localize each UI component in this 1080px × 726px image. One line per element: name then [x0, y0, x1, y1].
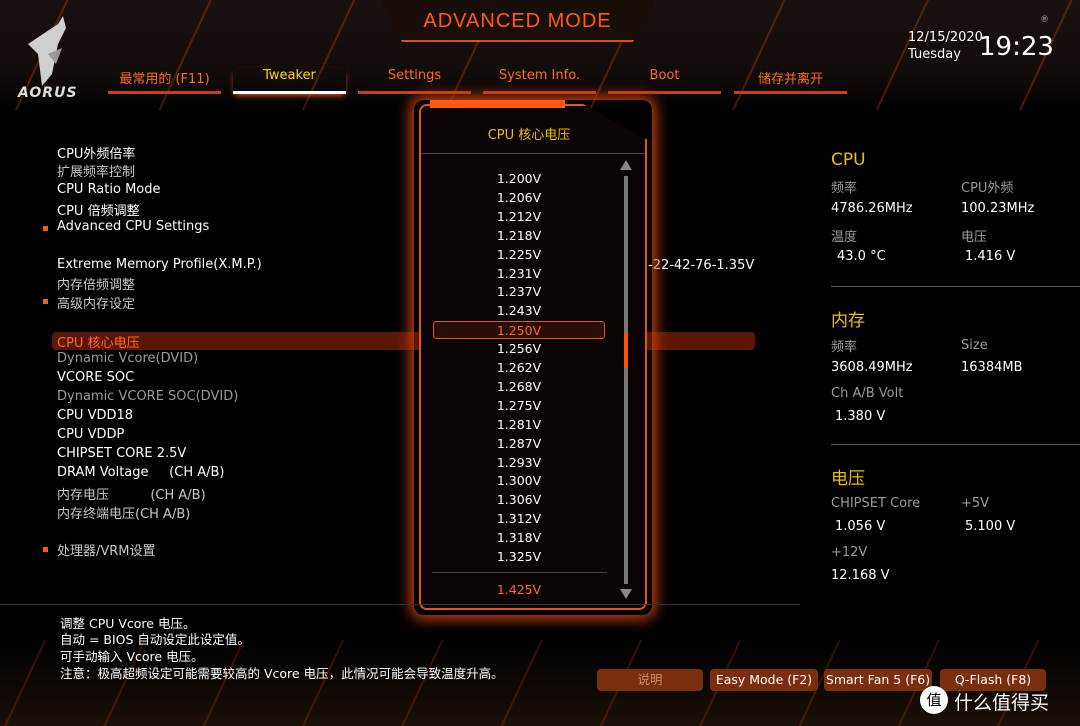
popup-option[interactable]: 1.268V	[433, 378, 605, 396]
cpu-volt-label: 电压	[961, 230, 988, 245]
smart-fan-button[interactable]: Smart Fan 5 (F6)	[824, 669, 932, 691]
popup-option[interactable]: 1.275V	[433, 397, 605, 415]
weekday: Tuesday	[908, 47, 961, 62]
popup-option[interactable]: 1.231V	[433, 265, 605, 283]
clock: 19:23	[979, 32, 1054, 62]
chipset-core-volt: 1.056 V	[835, 519, 886, 534]
chipset-core-label: CHIPSET Core	[831, 496, 921, 511]
popup-option[interactable]: 1.212V	[433, 208, 605, 226]
popup-option[interactable]: 1.256V	[433, 340, 605, 358]
mem-size-label: Size	[961, 338, 988, 353]
submenu-bullet-icon	[43, 547, 48, 552]
popup-option[interactable]: 1.325V	[433, 548, 605, 566]
help-button[interactable]: 说明	[597, 669, 703, 691]
popup-option[interactable]: 1.300V	[433, 472, 605, 490]
p12v-volt: 12.168 V	[831, 568, 890, 583]
setting-cpu-vdd18[interactable]: CPU VDD18	[57, 408, 133, 423]
cpu-freq-label: 频率	[831, 181, 858, 196]
scrollbar-track[interactable]	[624, 176, 628, 584]
popup-option[interactable]: 1.225V	[433, 246, 605, 264]
mode-title[interactable]: ADVANCED MODE	[380, 10, 655, 33]
setting-chipset-core[interactable]: CHIPSET CORE 2.5V	[57, 446, 186, 461]
watermark-text: 什么值得买	[954, 692, 1050, 714]
popup-option[interactable]: 1.262V	[433, 359, 605, 377]
xmp-value[interactable]: -22-42-76-1.35V	[648, 258, 754, 273]
cpu-temp-label: 温度	[831, 230, 858, 245]
popup-option-selected[interactable]: 1.250V	[433, 321, 605, 340]
scroll-up-arrow-icon[interactable]	[620, 160, 632, 170]
setting-ext-freq-control[interactable]: 扩展频率控制	[57, 161, 135, 180]
popup-divider	[432, 572, 607, 573]
setting-cpu-vrm[interactable]: 处理器/VRM设置	[57, 540, 156, 559]
tab-settings[interactable]: Settings	[358, 68, 471, 94]
popup-title: CPU 核心电压	[487, 128, 571, 143]
easy-mode-button[interactable]: Easy Mode (F2)	[710, 669, 818, 691]
tab-save-exit[interactable]: 储存并离开	[734, 68, 847, 94]
submenu-bullet-icon	[43, 299, 48, 304]
mem-freq-label: 频率	[831, 340, 858, 355]
scroll-down-arrow-icon[interactable]	[620, 589, 632, 599]
popup-option[interactable]: 1.318V	[433, 529, 605, 547]
setting-dynamic-vcore[interactable]: Dynamic Vcore(DVID)	[57, 351, 198, 366]
popup-option[interactable]: 1.218V	[433, 227, 605, 245]
popup-divider	[421, 153, 645, 154]
aorus-logo-text: AORUS	[18, 85, 78, 101]
watermark-badge: 值	[920, 686, 948, 714]
cpu-volt: 1.416 V	[965, 249, 1016, 264]
tab-favorites[interactable]: 最常用的 (F11)	[108, 68, 221, 94]
help-text-line: 注意：极高超频设定可能需要较高的 Vcore 电压，此情况可能会导致温度升高。	[60, 666, 504, 681]
setting-cpu-clock-ratio[interactable]: CPU外频倍率	[57, 143, 135, 162]
popup-option[interactable]: 1.306V	[433, 491, 605, 509]
setting-cpu-ratio-mode[interactable]: CPU Ratio Mode	[57, 182, 161, 197]
setting-xmp[interactable]: Extreme Memory Profile(X.M.P.)	[57, 257, 262, 272]
p12v-label: +12V	[831, 545, 868, 560]
popup-option[interactable]: 1.206V	[433, 189, 605, 207]
submenu-bullet-icon	[43, 226, 48, 231]
popup-option[interactable]: 1.312V	[433, 510, 605, 528]
popup-tab-accent	[430, 100, 565, 108]
setting-mem-voltage[interactable]: 内存电压 (CH A/B)	[57, 484, 206, 503]
cpu-heading: CPU	[831, 150, 866, 170]
setting-mem-ratio[interactable]: 内存倍频调整	[57, 274, 135, 293]
setting-vcore-soc[interactable]: VCORE SOC	[57, 370, 134, 385]
mem-volt-label: Ch A/B Volt	[831, 386, 904, 401]
setting-dram-voltage[interactable]: DRAM Voltage (CH A/B)	[57, 465, 225, 480]
divider	[831, 444, 1080, 445]
mem-size: 16384MB	[961, 360, 1023, 375]
setting-cpu-vcore[interactable]: CPU 核心电压	[57, 332, 140, 351]
cpu-temp: 43.0 °C	[837, 249, 886, 264]
scrollbar-thumb[interactable]	[624, 332, 628, 368]
p5v-label: +5V	[961, 496, 990, 511]
mem-freq: 3608.49MHz	[831, 360, 913, 375]
setting-cpu-vddp[interactable]: CPU VDDP	[57, 427, 124, 442]
setting-advanced-cpu[interactable]: Advanced CPU Settings	[57, 219, 209, 234]
cpu-bclk-label: CPU外频	[961, 181, 1014, 196]
setting-adv-mem[interactable]: 高级内存设定	[57, 293, 135, 312]
tab-boot[interactable]: Boot	[608, 68, 721, 94]
popup-option[interactable]: 1.200V	[433, 170, 605, 188]
memory-heading: 内存	[831, 311, 865, 331]
cpu-bclk: 100.23MHz	[961, 201, 1035, 216]
voltage-heading: 电压	[831, 469, 865, 489]
popup-option[interactable]: 1.281V	[433, 416, 605, 434]
current-value[interactable]: 1.425V	[433, 582, 605, 597]
popup-option[interactable]: 1.243V	[433, 302, 605, 320]
divider	[831, 286, 1080, 287]
mem-volt: 1.380 V	[835, 409, 886, 424]
popup-option[interactable]: 1.287V	[433, 435, 605, 453]
popup-option[interactable]: 1.293V	[433, 454, 605, 472]
tab-system-info[interactable]: System Info.	[483, 68, 596, 94]
tab-tweaker[interactable]: Tweaker	[233, 68, 346, 94]
setting-dynamic-vcore-soc[interactable]: Dynamic VCORE SOC(DVID)	[57, 389, 238, 404]
cpu-freq: 4786.26MHz	[831, 201, 913, 216]
registered-mark: ®	[1040, 15, 1049, 25]
p5v-volt: 5.100 V	[965, 519, 1016, 534]
date: 12/15/2020	[908, 30, 983, 45]
help-divider	[0, 604, 800, 605]
popup-option[interactable]: 1.237V	[433, 283, 605, 301]
setting-mem-term-voltage[interactable]: 内存终端电压(CH A/B)	[57, 503, 190, 522]
setting-cpu-ratio-adjust[interactable]: CPU 倍频调整	[57, 200, 140, 219]
